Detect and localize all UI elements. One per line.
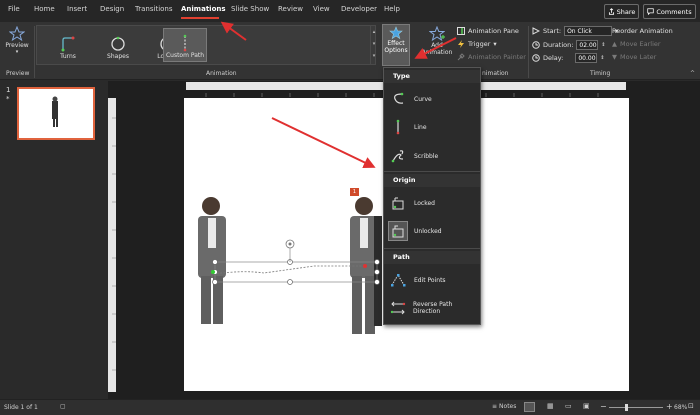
slide-sorter-icon[interactable]: ▦ [547, 402, 554, 410]
slide-count: Slide 1 of 1 [4, 404, 38, 411]
zoom-out-icon[interactable]: − [600, 402, 607, 411]
annotation-arrows [220, 21, 457, 168]
notes-button[interactable]: ≡ Notes [492, 403, 516, 410]
powerpoint-window: File Home Insert Design Transitions Anim… [0, 0, 700, 415]
arrow-to-effect-options [414, 37, 457, 59]
zoom-level[interactable]: 68% [674, 404, 687, 411]
normal-view-icon[interactable] [524, 402, 535, 412]
spellcheck-icon[interactable]: ▢ [60, 403, 66, 410]
zoom-slider-thumb[interactable] [625, 404, 628, 411]
arrow-to-dropdown [271, 117, 376, 168]
fit-to-window-icon[interactable]: ⊡ [688, 402, 694, 410]
status-bar: Slide 1 of 1 ▢ ≡ Notes ▦ ▭ ▣ − + 68% ⊡ [0, 399, 700, 415]
arrow-to-animations-tab [220, 21, 247, 41]
notes-icon: ≡ [492, 403, 498, 410]
slideshow-icon[interactable]: ▣ [583, 402, 590, 410]
zoom-in-icon[interactable]: + [666, 402, 673, 411]
zoom-slider-track[interactable] [609, 407, 663, 408]
notes-label: Notes [499, 403, 517, 410]
reading-view-icon[interactable]: ▭ [565, 402, 572, 410]
